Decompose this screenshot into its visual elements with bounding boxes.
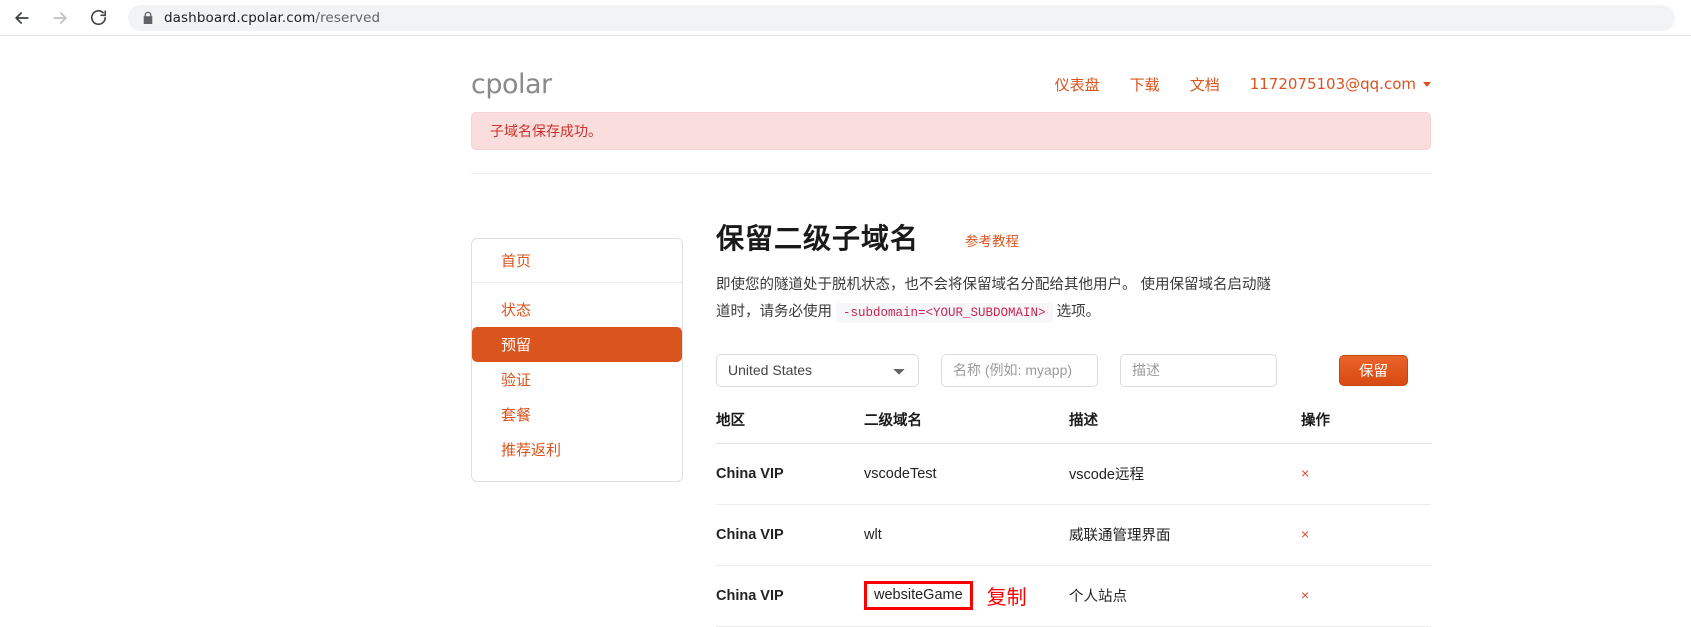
account-email: 1172075103@qq.com: [1249, 75, 1416, 93]
cell-subdomain: vscodeTest: [864, 443, 1069, 505]
delete-icon[interactable]: ×: [1301, 465, 1309, 481]
brand-logo[interactable]: cpolar: [471, 69, 552, 100]
browser-toolbar: dashboard.cpolar.com/reserved: [0, 0, 1691, 36]
url-path: /reserved: [315, 9, 381, 26]
sidebar-item-referral[interactable]: 推荐返利: [472, 432, 682, 467]
forward-button[interactable]: [44, 2, 76, 34]
highlighted-subdomain: websiteGame: [864, 581, 973, 611]
sidebar-nav: 首页 状态 预留 验证 套餐 推荐返利: [471, 238, 683, 482]
cell-action: ×: [1301, 504, 1431, 566]
sidebar-item-label: 首页: [501, 253, 532, 270]
reserve-button[interactable]: 保留: [1339, 354, 1408, 386]
subdomain-name-input[interactable]: [941, 353, 1098, 387]
alert-message: 子域名保存成功。: [490, 123, 602, 139]
cell-region: China VIP: [716, 565, 864, 627]
header-divider: [471, 173, 1431, 174]
cell-region: China VIP: [716, 443, 864, 505]
nav-docs[interactable]: 文档: [1190, 74, 1220, 95]
copy-annotation: 复制: [986, 587, 1027, 610]
chevron-down-icon: [1423, 81, 1431, 87]
column-header-subdomain: 二级域名: [864, 408, 1069, 444]
sidebar-item-label: 验证: [501, 372, 532, 389]
description-text-part2: 选项。: [1056, 304, 1101, 321]
subdomain-code-chip: -subdomain=<YOUR_SUBDOMAIN>: [836, 303, 1053, 324]
sidebar-item-verify[interactable]: 验证: [472, 362, 682, 397]
table-row: China VIP wlt 威联通管理界面 ×: [716, 504, 1431, 566]
delete-icon[interactable]: ×: [1301, 526, 1309, 542]
reserve-form: United States 保留: [716, 353, 1431, 387]
region-select[interactable]: United States: [716, 353, 919, 387]
title-row: 保留二级子域名 参考教程: [716, 222, 1431, 256]
reload-button[interactable]: [82, 2, 114, 34]
cell-description: 个人站点: [1069, 565, 1301, 627]
url-text: dashboard.cpolar.com/reserved: [164, 10, 380, 26]
tutorial-link[interactable]: 参考教程: [965, 230, 1019, 250]
sidebar-item-label: 推荐返利: [501, 442, 562, 459]
header-nav: 仪表盘 下载 文档 1172075103@qq.com: [1055, 74, 1431, 95]
table-body: China VIP vscodeTest vscode远程 × China VI…: [716, 443, 1431, 627]
subdomain-cell-wrap: websiteGame 复制: [864, 581, 1069, 611]
sidebar-item-plans[interactable]: 套餐: [472, 397, 682, 432]
lock-icon: [142, 11, 154, 25]
table-row: China VIP websiteGame 复制 个人站点 ×: [716, 565, 1431, 627]
sidebar-item-reserved[interactable]: 预留: [472, 327, 682, 362]
cell-description: 威联通管理界面: [1069, 504, 1301, 566]
forward-arrow-icon: [50, 8, 70, 28]
account-menu[interactable]: 1172075103@qq.com: [1250, 75, 1431, 93]
back-arrow-icon: [12, 8, 32, 28]
sidebar-item-status[interactable]: 状态: [472, 292, 682, 327]
cell-subdomain: wlt: [864, 504, 1069, 566]
column-header-action: 操作: [1301, 408, 1431, 444]
nav-download[interactable]: 下载: [1130, 74, 1160, 95]
cell-region: China VIP: [716, 504, 864, 566]
page-body: cpolar 仪表盘 下载 文档 1172075103@qq.com 子域名保存…: [0, 36, 1691, 627]
delete-icon[interactable]: ×: [1301, 587, 1309, 603]
url-domain: dashboard.cpolar.com: [164, 9, 316, 26]
table-head: 地区 二级域名 描述 操作: [716, 408, 1431, 444]
site-header: cpolar 仪表盘 下载 文档 1172075103@qq.com: [471, 58, 1431, 110]
page-description: 即使您的隧道处于脱机状态，也不会将保留域名分配给其他用户。 使用保留域名启动隧道…: [716, 272, 1276, 327]
sidebar-list: 状态 预留 验证 套餐 推荐返利: [472, 283, 682, 481]
table-row: China VIP vscodeTest vscode远程 ×: [716, 443, 1431, 505]
cell-subdomain: websiteGame 复制: [864, 565, 1069, 627]
table-header-row: 地区 二级域名 描述 操作: [716, 408, 1431, 444]
reload-icon: [89, 8, 108, 27]
nav-dashboard[interactable]: 仪表盘: [1055, 74, 1100, 95]
sidebar-item-label: 状态: [501, 302, 532, 319]
cell-description: vscode远程: [1069, 443, 1301, 505]
description-input[interactable]: [1120, 353, 1277, 387]
success-alert: 子域名保存成功。: [471, 112, 1431, 150]
sidebar-item-home[interactable]: 首页: [472, 239, 682, 283]
sidebar-item-label: 预留: [501, 337, 532, 354]
column-header-description: 描述: [1069, 408, 1301, 444]
sidebar-item-label: 套餐: [501, 407, 532, 424]
cell-action: ×: [1301, 443, 1431, 505]
address-bar[interactable]: dashboard.cpolar.com/reserved: [128, 4, 1675, 31]
column-header-region: 地区: [716, 408, 864, 444]
reserved-subdomains-table: 地区 二级域名 描述 操作 China VIP vscodeTest vscod…: [716, 408, 1431, 627]
page-title: 保留二级子域名: [716, 223, 920, 254]
cell-action: ×: [1301, 565, 1431, 627]
back-button[interactable]: [6, 2, 38, 34]
main-content: 保留二级子域名 参考教程 即使您的隧道处于脱机状态，也不会将保留域名分配给其他用…: [716, 222, 1431, 627]
